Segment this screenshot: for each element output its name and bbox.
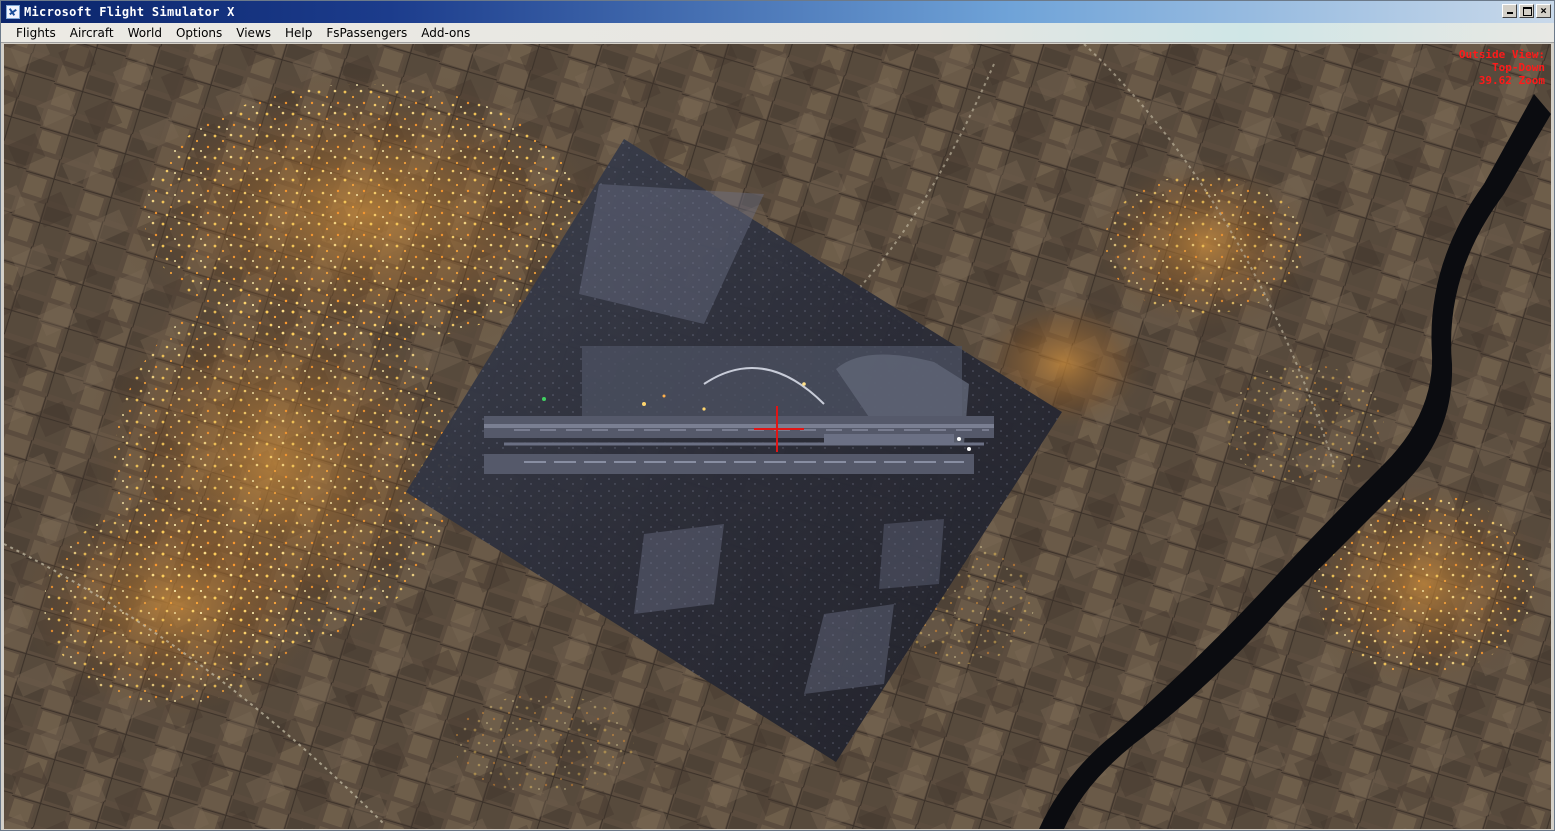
menu-aircraft[interactable]: Aircraft <box>63 23 121 43</box>
menu-add-ons[interactable]: Add-ons <box>414 23 477 43</box>
zoom-level: 39.62 Zoom <box>1478 74 1545 87</box>
simulator-viewport[interactable]: Outside View: Top-Down 39.62 Zoom <box>4 44 1551 829</box>
view-mode-label: Outside View: <box>1458 48 1545 61</box>
menu-views[interactable]: Views <box>229 23 278 43</box>
menu-world[interactable]: World <box>121 23 169 43</box>
view-info-overlay: Outside View: Top-Down 39.62 Zoom <box>1459 48 1545 87</box>
maximize-button[interactable] <box>1519 4 1534 18</box>
close-button[interactable]: × <box>1536 4 1551 18</box>
minimize-button[interactable] <box>1502 4 1517 18</box>
terrain-scene <box>4 44 1551 829</box>
view-type: Top-Down <box>1492 61 1545 74</box>
menu-options[interactable]: Options <box>169 23 229 43</box>
window-title: Microsoft Flight Simulator X <box>24 5 235 19</box>
app-window: Microsoft Flight Simulator X × Flights A… <box>0 0 1555 831</box>
menu-flights[interactable]: Flights <box>9 23 63 43</box>
menu-help[interactable]: Help <box>278 23 319 43</box>
title-bar[interactable]: Microsoft Flight Simulator X × <box>1 1 1554 23</box>
menu-fspassengers[interactable]: FsPassengers <box>319 23 414 43</box>
window-controls: × <box>1502 4 1551 18</box>
plane-icon[interactable] <box>6 5 20 19</box>
menu-bar: Flights Aircraft World Options Views Hel… <box>1 23 1554 43</box>
